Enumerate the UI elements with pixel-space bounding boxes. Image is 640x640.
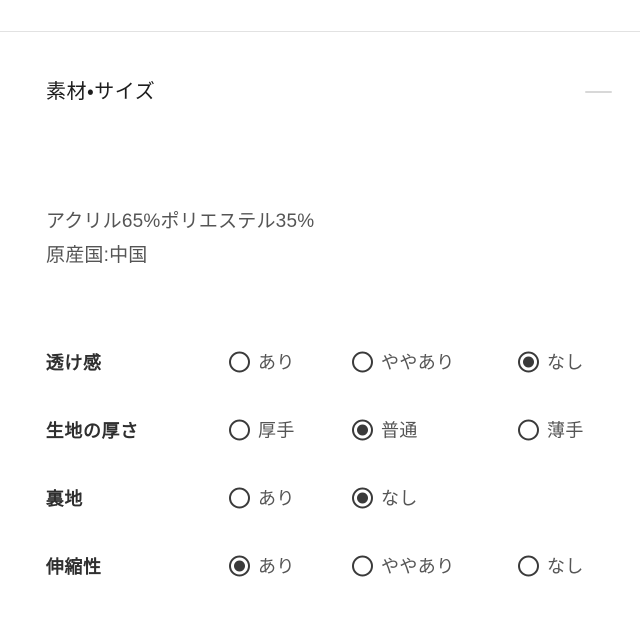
- radio-option[interactable]: 薄手: [518, 419, 584, 441]
- radio-option-label: ややあり: [381, 556, 455, 576]
- top-divider: [0, 31, 640, 32]
- spec-row-label: 生地の厚さ: [46, 421, 139, 441]
- radio-icon[interactable]: [352, 555, 373, 577]
- spec-row-label: 裏地: [46, 489, 84, 509]
- material-description: アクリル65%ポリエステル35% 原産国:中国: [46, 205, 606, 273]
- spec-row-label: 伸縮性: [46, 557, 102, 577]
- radio-option-label: あり: [258, 556, 295, 576]
- radio-icon[interactable]: [229, 487, 250, 509]
- radio-option-label: 普通: [381, 420, 418, 440]
- product-spec-panel: 素材・サイズ アクリル65%ポリエステル35% 原産国:中国 透け感 あり やや…: [0, 0, 640, 640]
- radio-icon[interactable]: [518, 419, 539, 441]
- radio-option[interactable]: ややあり: [352, 555, 455, 577]
- radio-option-label: なし: [547, 556, 584, 576]
- radio-icon[interactable]: [229, 419, 250, 441]
- radio-icon-selected[interactable]: [229, 555, 250, 577]
- radio-option[interactable]: あり: [229, 555, 295, 577]
- spec-row-options: あり なし: [229, 464, 629, 532]
- spec-row: 裏地 あり なし: [0, 464, 640, 532]
- page-title: 素材・サイズ: [46, 81, 156, 103]
- radio-icon[interactable]: [229, 351, 250, 373]
- spec-row-label: 透け感: [46, 353, 102, 373]
- country-of-origin-line: 原産国:中国: [46, 245, 148, 266]
- radio-icon-selected[interactable]: [518, 351, 539, 373]
- radio-option-label: あり: [258, 488, 295, 508]
- radio-icon-selected[interactable]: [352, 487, 373, 509]
- radio-option[interactable]: あり: [229, 487, 295, 509]
- spec-row-options: あり ややあり なし: [229, 532, 629, 600]
- radio-option-label: あり: [258, 352, 295, 372]
- collapse-toggle-button[interactable]: [584, 82, 612, 102]
- spec-table: 透け感 あり ややあり なし 生地の厚さ 厚手 普通 薄手 裏地 あり なし 伸…: [0, 328, 640, 600]
- spec-row: 伸縮性 あり ややあり なし: [0, 532, 640, 600]
- spec-row-options: あり ややあり なし: [229, 328, 629, 396]
- radio-option-label: ややあり: [381, 352, 455, 372]
- radio-option[interactable]: なし: [518, 555, 584, 577]
- radio-option-label: 厚手: [258, 420, 295, 440]
- spec-row: 透け感 あり ややあり なし: [0, 328, 640, 396]
- radio-icon[interactable]: [518, 555, 539, 577]
- radio-icon[interactable]: [352, 351, 373, 373]
- spec-row-options: 厚手 普通 薄手: [229, 396, 629, 464]
- radio-option[interactable]: あり: [229, 351, 295, 373]
- radio-option[interactable]: 普通: [352, 419, 418, 441]
- radio-option-label: 薄手: [547, 420, 584, 440]
- minus-icon: [584, 91, 612, 93]
- material-composition-line: アクリル65%ポリエステル35%: [46, 211, 315, 232]
- radio-option[interactable]: なし: [518, 351, 584, 373]
- radio-icon-selected[interactable]: [352, 419, 373, 441]
- radio-option[interactable]: ややあり: [352, 351, 455, 373]
- radio-option[interactable]: なし: [352, 487, 418, 509]
- section-header[interactable]: 素材・サイズ: [0, 62, 640, 122]
- spec-row: 生地の厚さ 厚手 普通 薄手: [0, 396, 640, 464]
- radio-option-label: なし: [547, 352, 584, 372]
- radio-option-label: なし: [381, 488, 418, 508]
- radio-option[interactable]: 厚手: [229, 419, 295, 441]
